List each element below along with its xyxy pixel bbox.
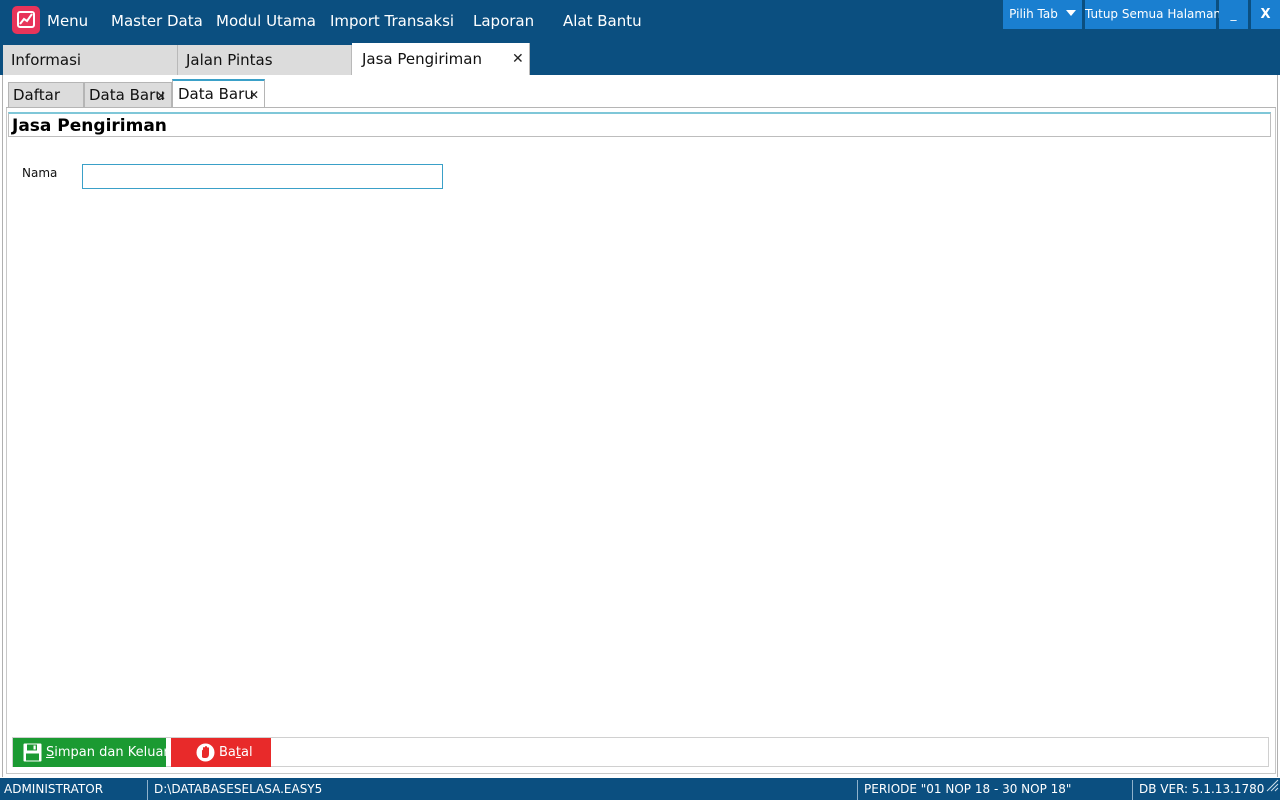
resize-grip-icon[interactable] [1265,777,1279,799]
subtab-label: Data Baru [89,86,165,104]
nama-input[interactable] [82,164,443,189]
stop-hand-icon [196,743,215,773]
subtab-daftar[interactable]: Daftar [8,82,84,107]
tutup-semua-button[interactable]: Tutup Semua Halaman [1085,0,1221,29]
pilih-tab-button[interactable]: Pilih Tab [1003,0,1082,29]
status-bar: ADMINISTRATOR D:\DATABASESELASA.EASY5 PE… [0,778,1280,800]
subtab-data-baru-1[interactable]: Data Baru ✕ [84,82,172,107]
menu-item-laporan[interactable]: Laporan [473,12,534,30]
form-panel [6,108,1276,774]
menu-item-modul-utama[interactable]: Modul Utama [216,12,316,30]
subtab-label: Daftar [13,86,60,104]
menu-item-import-transaksi[interactable]: Import Transaksi [330,12,454,30]
section-header: Jasa Pengiriman [8,112,1271,137]
tab-label: Informasi [11,51,82,69]
tab-label: Jasa Pengiriman [362,50,482,68]
batal-button[interactable]: Batal [171,738,271,767]
close-tab-icon[interactable]: ✕ [156,89,166,103]
status-separator [147,780,148,800]
status-periode: PERIODE "01 NOP 18 - 30 NOP 18" [864,782,1072,796]
close-tab-icon[interactable]: ✕ [249,88,259,102]
status-database: D:\DATABASESELASA.EASY5 [154,782,323,796]
close-app-button[interactable]: X [1251,0,1280,29]
minimize-button[interactable]: _ [1219,0,1248,29]
tab-jasa-pengiriman[interactable]: Jasa Pengiriman ✕ [352,43,530,75]
subtab-label: Data Baru [178,85,254,103]
save-label: Simpan dan Keluar [46,745,169,760]
section-title: Jasa Pengiriman [12,116,167,136]
pilih-tab-label: Pilih Tab [1009,7,1058,21]
menu-item-alat-bantu[interactable]: Alat Bantu [563,12,642,30]
tab-informasi[interactable]: Informasi [3,45,178,75]
menu-item-menu[interactable]: Menu [47,12,88,30]
chart-logo-icon[interactable] [12,6,40,34]
cancel-label: Batal [219,745,253,760]
status-separator [857,780,858,800]
status-separator [1132,780,1133,800]
status-db-version: DB VER: 5.1.13.1780 [1139,782,1265,796]
caret-down-icon [1065,10,1076,16]
subtab-data-baru-2[interactable]: Data Baru ✕ [172,79,265,108]
close-tab-icon[interactable]: ✕ [512,52,524,66]
tab-label: Jalan Pintas [186,51,273,69]
simpan-dan-keluar-button[interactable]: Simpan dan Keluar [13,738,169,767]
floppy-disk-icon [23,743,42,773]
menu-item-master-data[interactable]: Master Data [111,12,203,30]
status-user: ADMINISTRATOR [4,782,104,796]
nama-label: Nama [22,166,58,180]
tab-jalan-pintas[interactable]: Jalan Pintas [178,45,352,75]
menu-bar: Menu Master Data Modul Utama Import Tran… [0,0,1280,75]
